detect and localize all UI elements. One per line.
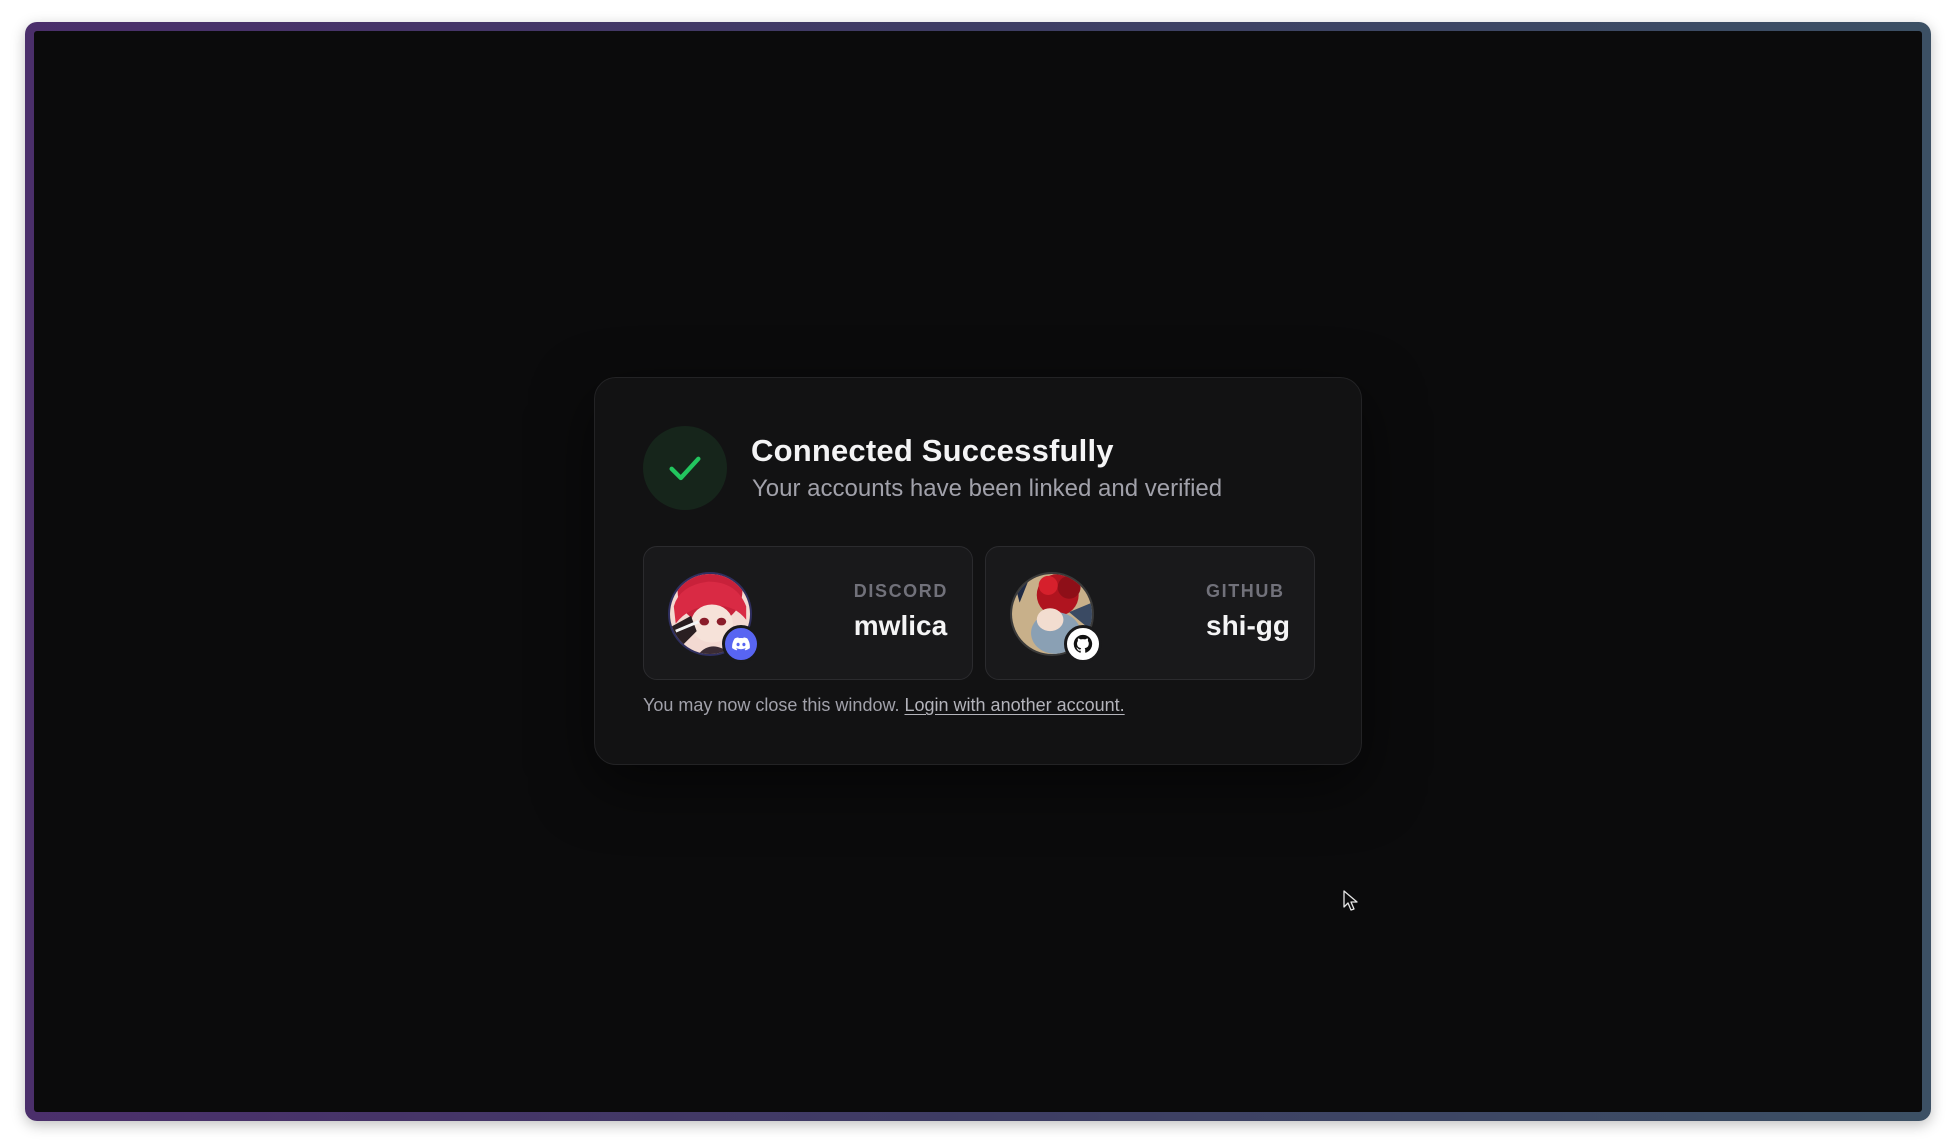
service-label: GITHUB (1206, 581, 1285, 601)
username: shi-gg (1206, 610, 1290, 641)
discord-account-card: DISCORD mwlica (643, 546, 973, 680)
page-subtitle: Your accounts have been linked and verif… (752, 475, 1223, 502)
service-label: DISCORD (853, 581, 948, 601)
page-background: Connected Successfully Your accounts hav… (34, 31, 1922, 1112)
mouse-cursor-icon (1343, 890, 1358, 911)
page-title: Connected Successfully (751, 433, 1114, 468)
login-another-account-link[interactable]: Login with another account. (905, 695, 1125, 715)
discord-icon (732, 637, 750, 651)
checkmark-icon (669, 456, 701, 481)
connection-card: Connected Successfully Your accounts hav… (594, 377, 1362, 765)
discord-badge (722, 625, 760, 663)
discord-account-info: DISCORD mwlica (854, 581, 948, 642)
github-account-info: GITHUB shi-gg (1206, 581, 1290, 642)
footer-note: You may now close this window. Login wit… (643, 695, 1125, 716)
window-frame: Connected Successfully Your accounts hav… (25, 22, 1931, 1121)
github-account-card: GITHUB shi-gg (985, 546, 1315, 680)
close-window-text: You may now close this window. (643, 695, 900, 715)
username: mwlica (853, 610, 948, 641)
success-badge (643, 426, 727, 510)
github-icon (1073, 634, 1093, 653)
github-badge (1064, 625, 1102, 663)
